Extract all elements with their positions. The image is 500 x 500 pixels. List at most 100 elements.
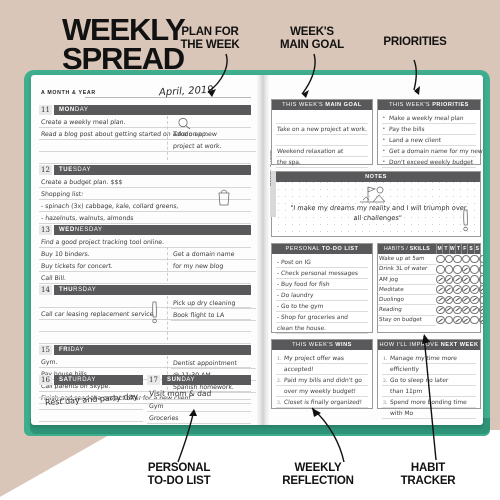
entry-line[interactable]: Create a weekly meal plan.	[39, 116, 251, 128]
habit-check-cell[interactable]	[470, 315, 479, 325]
habit-check-cell[interactable]	[478, 254, 483, 264]
entry-line[interactable]	[39, 320, 251, 332]
wins-header: THIS WEEK'S WINS	[272, 340, 372, 350]
habit-check-cell[interactable]	[461, 264, 470, 274]
habit-check-cell[interactable]	[436, 305, 445, 315]
goal-line[interactable]: the spa.	[276, 157, 368, 168]
side-entry-line[interactable]: project at work.	[171, 140, 259, 152]
side-entry-line[interactable]: Get a domain name	[171, 248, 259, 260]
habit-check-cell[interactable]	[470, 305, 479, 315]
side-entry-line[interactable]: for my new blog	[171, 260, 259, 272]
todo-line[interactable]: clean the house.	[276, 323, 368, 334]
win-line[interactable]: 2. Paid my bills and didn't go	[276, 375, 368, 386]
side-entry-line[interactable]: Book flight to LA	[171, 309, 259, 321]
goal-line[interactable]	[276, 135, 368, 146]
day-header-friday: 15 FRIDAY	[39, 345, 251, 355]
habit-check-cell[interactable]	[461, 295, 470, 305]
goal-line[interactable]: Weekend relaxation at	[276, 146, 368, 157]
todo-line[interactable]: - Buy food for fish	[276, 279, 368, 290]
priority-line[interactable]: • Don't exceed weekly budget	[382, 157, 476, 168]
habit-check-cell[interactable]	[436, 274, 445, 284]
habit-check-cell[interactable]	[444, 305, 453, 315]
habit-check-marked-icon	[436, 285, 445, 294]
bullet-icon: •	[383, 137, 385, 143]
habit-check-cell[interactable]	[444, 295, 453, 305]
habit-check-cell[interactable]	[436, 264, 445, 274]
day-name-bold: SAT	[59, 377, 73, 383]
habit-check-cell[interactable]	[461, 254, 470, 264]
habit-check-cell[interactable]	[478, 305, 483, 315]
habit-check-empty-icon	[444, 254, 453, 264]
entry-line[interactable]	[39, 332, 251, 344]
habit-check-marked-icon	[470, 285, 479, 294]
goal-line[interactable]	[276, 113, 368, 124]
habit-check-cell[interactable]	[444, 254, 453, 264]
habit-check-cell[interactable]	[470, 264, 479, 274]
habit-check-cell[interactable]	[470, 285, 479, 295]
side-entry-line[interactable]: Dentist appointment	[171, 357, 259, 369]
entry-line[interactable]: Find a good project tracking tool online…	[39, 236, 251, 248]
priority-line[interactable]: • Make a weekly meal plan	[382, 113, 476, 124]
habit-check-marked-icon	[453, 305, 462, 315]
habit-check-cell[interactable]	[453, 274, 462, 284]
day-name-bar: SATURDAY	[54, 375, 143, 385]
habit-check-cell[interactable]	[461, 315, 470, 325]
priority-line[interactable]: • Land a new client	[382, 135, 476, 146]
habit-check-cell[interactable]	[453, 285, 462, 295]
day-header-wednesday: 13 WEDNESDAY	[39, 225, 251, 235]
entry-line[interactable]: - hazelnuts, walnuts, almonds	[39, 212, 251, 224]
habit-check-cell[interactable]	[453, 264, 462, 274]
side-entry-line[interactable]: Pick up dry cleaning	[171, 297, 259, 309]
entry-line[interactable]: Visit mom & dad	[147, 386, 251, 400]
habit-check-cell[interactable]	[453, 315, 462, 325]
habit-check-cell[interactable]	[478, 274, 483, 284]
todo-line[interactable]: - Do laundry	[276, 290, 368, 301]
habit-check-cell[interactable]	[461, 285, 470, 295]
win-line[interactable]: 1. My project offer was	[276, 353, 368, 364]
win-line[interactable]: accepted!	[276, 364, 368, 375]
priority-line[interactable]: • Pay the bills	[382, 124, 476, 135]
win-line[interactable]: over my weekly budget!	[276, 386, 368, 397]
todo-line[interactable]: - Go to the gym	[276, 301, 368, 312]
entry-line[interactable]: Call Bill.	[39, 272, 251, 284]
todo-line[interactable]: - Check personal messages	[276, 268, 368, 279]
day-name-bold: WED	[59, 227, 75, 233]
habit-check-cell[interactable]	[470, 274, 479, 284]
entry-line[interactable]	[39, 422, 143, 425]
notes-body[interactable]: "I make my dreams my reality and I will …	[272, 182, 480, 234]
arrow-priorities-icon	[413, 59, 420, 95]
goal-line[interactable]: Take on a new project at work.	[276, 124, 368, 135]
entry-line[interactable]	[39, 152, 251, 164]
right-page: THIS WEEK'S MAIN GOAL Take on a new proj…	[267, 75, 483, 425]
habit-check-cell[interactable]	[478, 285, 483, 295]
habit-check-cell[interactable]	[461, 305, 470, 315]
month-year-label: A MONTH & YEAR	[41, 90, 96, 96]
habit-check-cell[interactable]	[470, 295, 479, 305]
habit-check-cell[interactable]	[444, 274, 453, 284]
todo-line[interactable]: - Shop for groceries and	[276, 312, 368, 323]
habit-check-cell[interactable]	[436, 315, 445, 325]
day-name: TUESDAY	[59, 165, 91, 175]
habit-check-cell[interactable]	[444, 315, 453, 325]
habit-check-cell[interactable]	[436, 285, 445, 295]
habit-check-cell[interactable]	[478, 295, 483, 305]
habit-check-cell[interactable]	[444, 264, 453, 274]
habit-check-cell[interactable]	[453, 295, 462, 305]
habit-check-cell[interactable]	[470, 254, 479, 264]
priority-line[interactable]: •Get a domain name for my new blog	[382, 146, 483, 157]
habit-check-empty-icon	[453, 254, 462, 264]
habit-check-cell[interactable]	[478, 315, 483, 325]
habit-check-cell[interactable]	[478, 264, 483, 274]
wins-box: THIS WEEK'S WINS 1. My project offer was a…	[271, 339, 373, 409]
habit-check-cell[interactable]	[436, 295, 445, 305]
habit-check-cell[interactable]	[453, 254, 462, 264]
habit-check-cell[interactable]	[436, 254, 445, 264]
notebook-pages: A MONTH & YEAR April, 2019 11 MONDAY Cre…	[31, 75, 483, 425]
habit-name[interactable]: Stay on budget	[378, 315, 436, 326]
habit-check-cell[interactable]	[444, 285, 453, 295]
habit-check-cell[interactable]	[453, 305, 462, 315]
todo-line[interactable]: - Post on IG	[276, 257, 368, 268]
entry-line[interactable]	[39, 410, 143, 422]
priorities-body: • Make a weekly meal plan • Pay the bills …	[378, 110, 483, 168]
habit-check-cell[interactable]	[461, 274, 470, 284]
